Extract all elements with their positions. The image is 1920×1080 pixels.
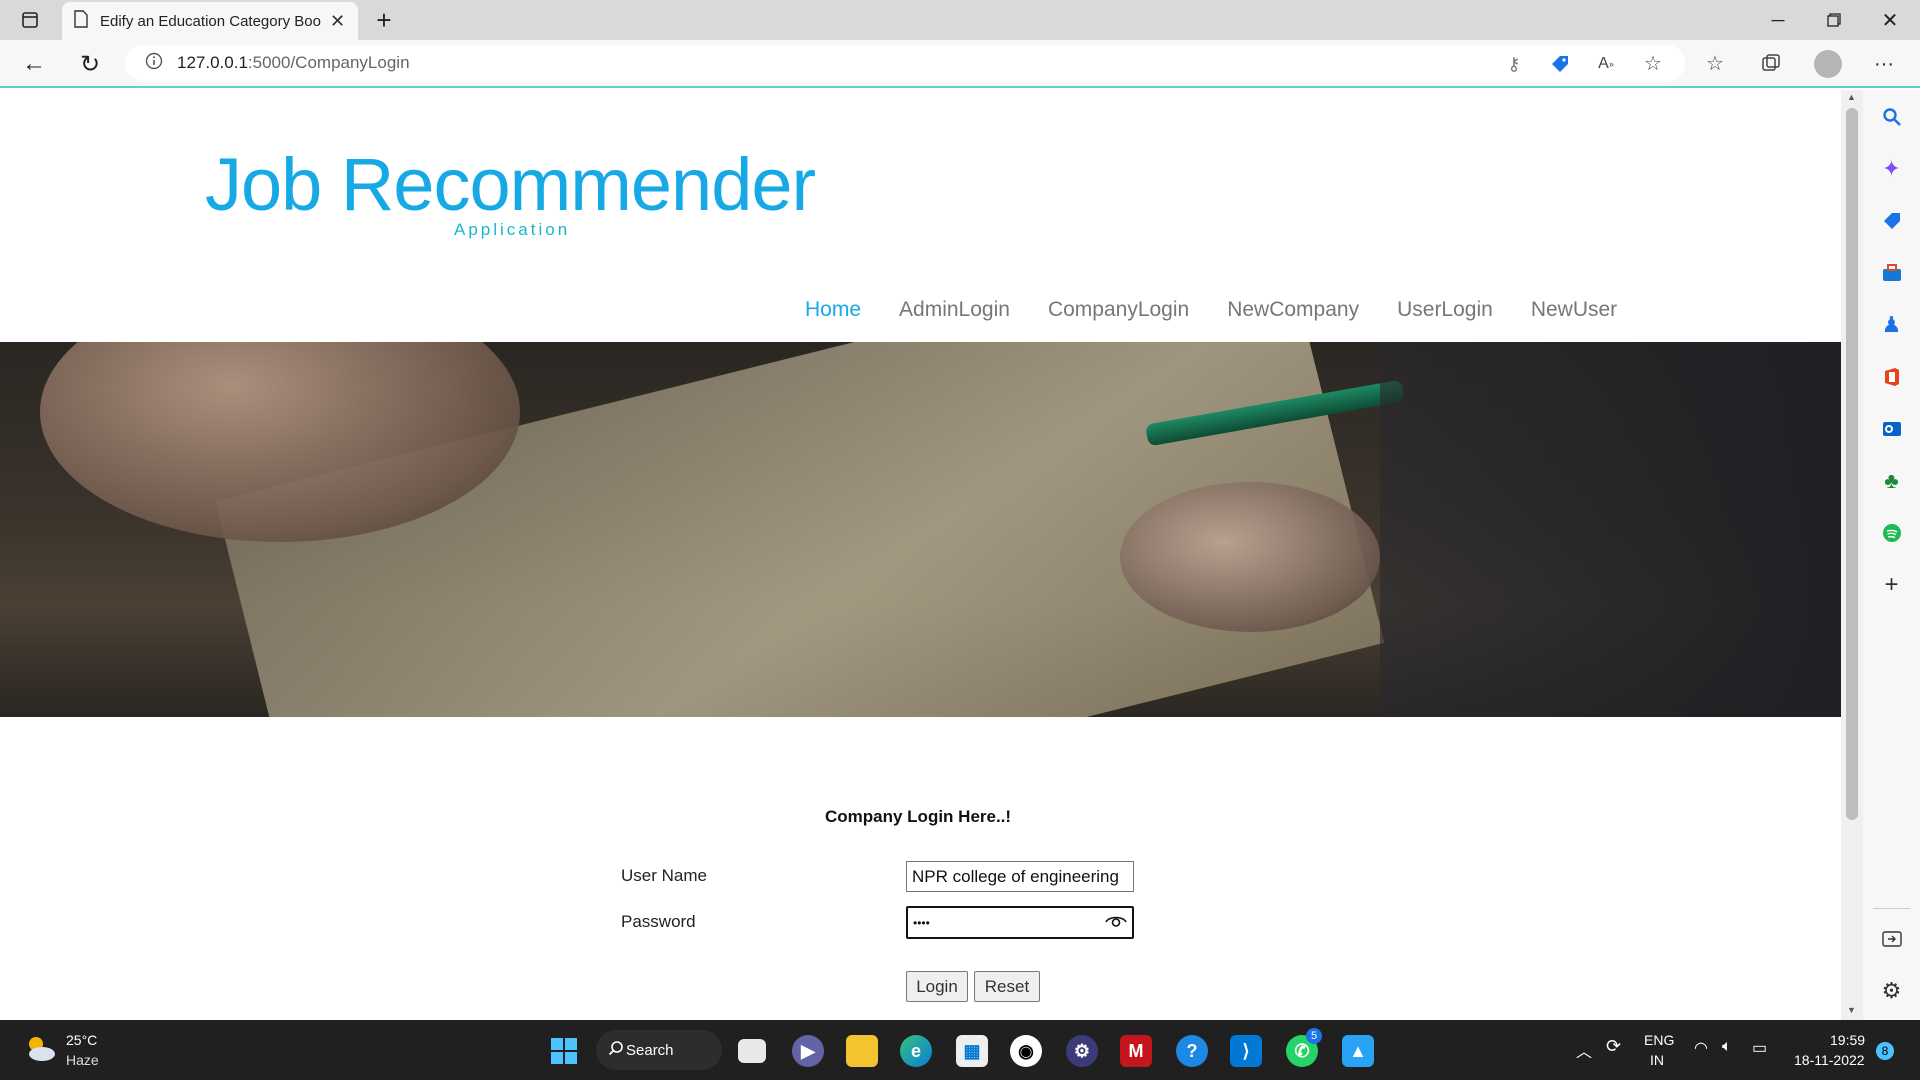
shopping-tag-icon[interactable] <box>1548 52 1572 76</box>
outlook-icon[interactable] <box>1863 414 1920 444</box>
nav-new-company[interactable]: NewCompany <box>1227 298 1359 322</box>
form-heading: Company Login Here..! <box>825 807 1012 826</box>
obs-studio-icon[interactable]: ⚙ <box>1066 1035 1098 1067</box>
favorites-icon[interactable]: ☆ <box>1702 50 1728 76</box>
url-path: :5000/CompanyLogin <box>247 53 410 72</box>
search-magnifier-icon <box>608 1040 624 1060</box>
windows-taskbar: 25°C Haze Search ▶ e ▦ ◉ ⚙ M ? ⟩ ✆ 5 ▲ ︿… <box>0 1020 1920 1080</box>
mcafee-icon[interactable]: M <box>1120 1035 1152 1067</box>
scroll-up-arrow-icon[interactable]: ▲ <box>1847 92 1856 102</box>
hero-hand-right <box>1120 482 1380 632</box>
web-page: Job Recommender Application Home AdminLo… <box>0 90 1841 1020</box>
language-bottom[interactable]: IN <box>1650 1052 1664 1068</box>
address-bar-row: ← ↻ 127.0.0.1:5000/CompanyLogin ⚷ A» ☆ ☆… <box>0 40 1920 88</box>
address-bar[interactable]: 127.0.0.1:5000/CompanyLogin <box>125 45 1685 81</box>
browser-tab-bar: Edify an Education Category Boo ✕ + ─ ✕ <box>0 0 1920 40</box>
collections-icon[interactable] <box>1758 50 1784 76</box>
show-password-eye-icon[interactable] <box>1105 913 1127 933</box>
password-input[interactable]: •••• <box>906 906 1134 939</box>
taskbar-search[interactable]: Search <box>596 1030 722 1070</box>
login-button[interactable]: Login <box>906 971 968 1002</box>
tab-title: Edify an Education Category Boo <box>100 12 321 30</box>
read-aloud-icon[interactable]: A» <box>1594 52 1618 76</box>
minimize-icon[interactable]: ─ <box>1764 6 1792 34</box>
username-label: User Name <box>621 866 707 885</box>
url-host: 127.0.0.1 <box>177 53 248 72</box>
tab-active[interactable]: Edify an Education Category Boo ✕ <box>62 2 358 40</box>
search-icon[interactable] <box>1863 102 1920 132</box>
weather-icon[interactable] <box>22 1034 58 1064</box>
start-windows-icon[interactable] <box>548 1035 580 1067</box>
settings-gear-icon[interactable]: ⚙ <box>1863 976 1920 1006</box>
microsoft-store-icon[interactable]: ▦ <box>956 1035 988 1067</box>
scrollbar-thumb[interactable] <box>1846 108 1858 820</box>
site-info-icon[interactable] <box>145 52 163 75</box>
photos-app-icon[interactable]: ▲ <box>1342 1035 1374 1067</box>
password-label: Password <box>621 912 696 931</box>
clock-date[interactable]: 18-11-2022 <box>1794 1052 1865 1068</box>
language-top[interactable]: ENG <box>1644 1032 1674 1048</box>
games-icon[interactable]: ♟ <box>1863 310 1920 340</box>
nav-home[interactable]: Home <box>805 298 861 322</box>
site-subtitle: Application <box>454 220 571 239</box>
weather-desc[interactable]: Haze <box>66 1052 99 1068</box>
nav-new-user[interactable]: NewUser <box>1531 298 1617 322</box>
edge-sidebar: ✦ ♟ ♣ + ⚙ <box>1863 90 1920 1020</box>
whatsapp-badge: 5 <box>1306 1028 1322 1044</box>
notification-badge[interactable]: 8 <box>1876 1042 1894 1060</box>
reset-button[interactable]: Reset <box>974 971 1040 1002</box>
clock-time[interactable]: 19:59 <box>1830 1032 1865 1048</box>
spotify-icon[interactable] <box>1863 518 1920 548</box>
profile-avatar-icon[interactable] <box>1814 50 1842 78</box>
username-input[interactable]: NPR college of engineering <box>906 861 1134 892</box>
nav-admin-login[interactable]: AdminLogin <box>899 298 1010 322</box>
tree-icon[interactable]: ♣ <box>1863 466 1920 496</box>
main-nav: Home AdminLogin CompanyLogin NewCompany … <box>805 298 1617 322</box>
taskbar-search-label: Search <box>626 1041 674 1059</box>
sidebar-divider <box>1873 908 1910 909</box>
nav-company-login[interactable]: CompanyLogin <box>1048 298 1189 322</box>
refresh-icon[interactable]: ↻ <box>76 50 104 78</box>
tools-icon[interactable] <box>1863 258 1920 288</box>
hide-sidebar-icon[interactable] <box>1863 924 1920 954</box>
back-icon[interactable]: ← <box>20 50 48 78</box>
sync-icon[interactable]: ⟳ <box>1606 1036 1621 1057</box>
add-sidebar-item-icon[interactable]: + <box>1863 570 1920 600</box>
shopping-icon[interactable] <box>1863 206 1920 236</box>
office-icon[interactable] <box>1863 362 1920 392</box>
close-window-icon[interactable]: ✕ <box>1876 6 1904 34</box>
battery-icon[interactable]: ▭ <box>1752 1038 1767 1058</box>
file-explorer-icon[interactable] <box>846 1035 878 1067</box>
show-hidden-icons[interactable]: ︿ <box>1576 1038 1592 1062</box>
tab-actions-icon[interactable] <box>18 8 42 32</box>
help-icon[interactable]: ? <box>1176 1035 1208 1067</box>
site-title[interactable]: Job Recommender <box>205 142 816 227</box>
hero-shadow <box>1380 342 1841 717</box>
new-tab-icon[interactable]: + <box>370 5 398 35</box>
vscode-icon[interactable]: ⟩ <box>1230 1035 1262 1067</box>
more-options-icon[interactable]: ··· <box>1870 50 1898 78</box>
restore-icon[interactable] <box>1820 6 1848 34</box>
task-view-icon[interactable] <box>738 1039 766 1063</box>
wifi-icon[interactable]: ◠ <box>1694 1038 1708 1058</box>
weather-temp[interactable]: 25°C <box>66 1032 97 1048</box>
add-favorite-icon[interactable]: ☆ <box>1640 50 1666 76</box>
scroll-down-arrow-icon[interactable]: ▼ <box>1847 1005 1856 1015</box>
volume-icon[interactable]: 🔈︎ <box>1722 1038 1732 1056</box>
password-value: •••• <box>913 915 930 930</box>
copilot-sparkle-icon[interactable]: ✦ <box>1863 154 1920 184</box>
hero-banner-image <box>0 342 1841 717</box>
key-icon[interactable]: ⚷ <box>1502 52 1526 76</box>
github-desktop-icon[interactable]: ◉ <box>1010 1035 1042 1067</box>
teams-chat-icon[interactable]: ▶ <box>792 1035 824 1067</box>
page-scrollbar[interactable]: ▲ ▼ <box>1841 90 1863 1020</box>
close-tab-icon[interactable]: ✕ <box>330 11 345 32</box>
nav-user-login[interactable]: UserLogin <box>1397 298 1493 322</box>
edge-browser-icon[interactable]: e <box>900 1035 932 1067</box>
page-icon <box>74 9 88 33</box>
